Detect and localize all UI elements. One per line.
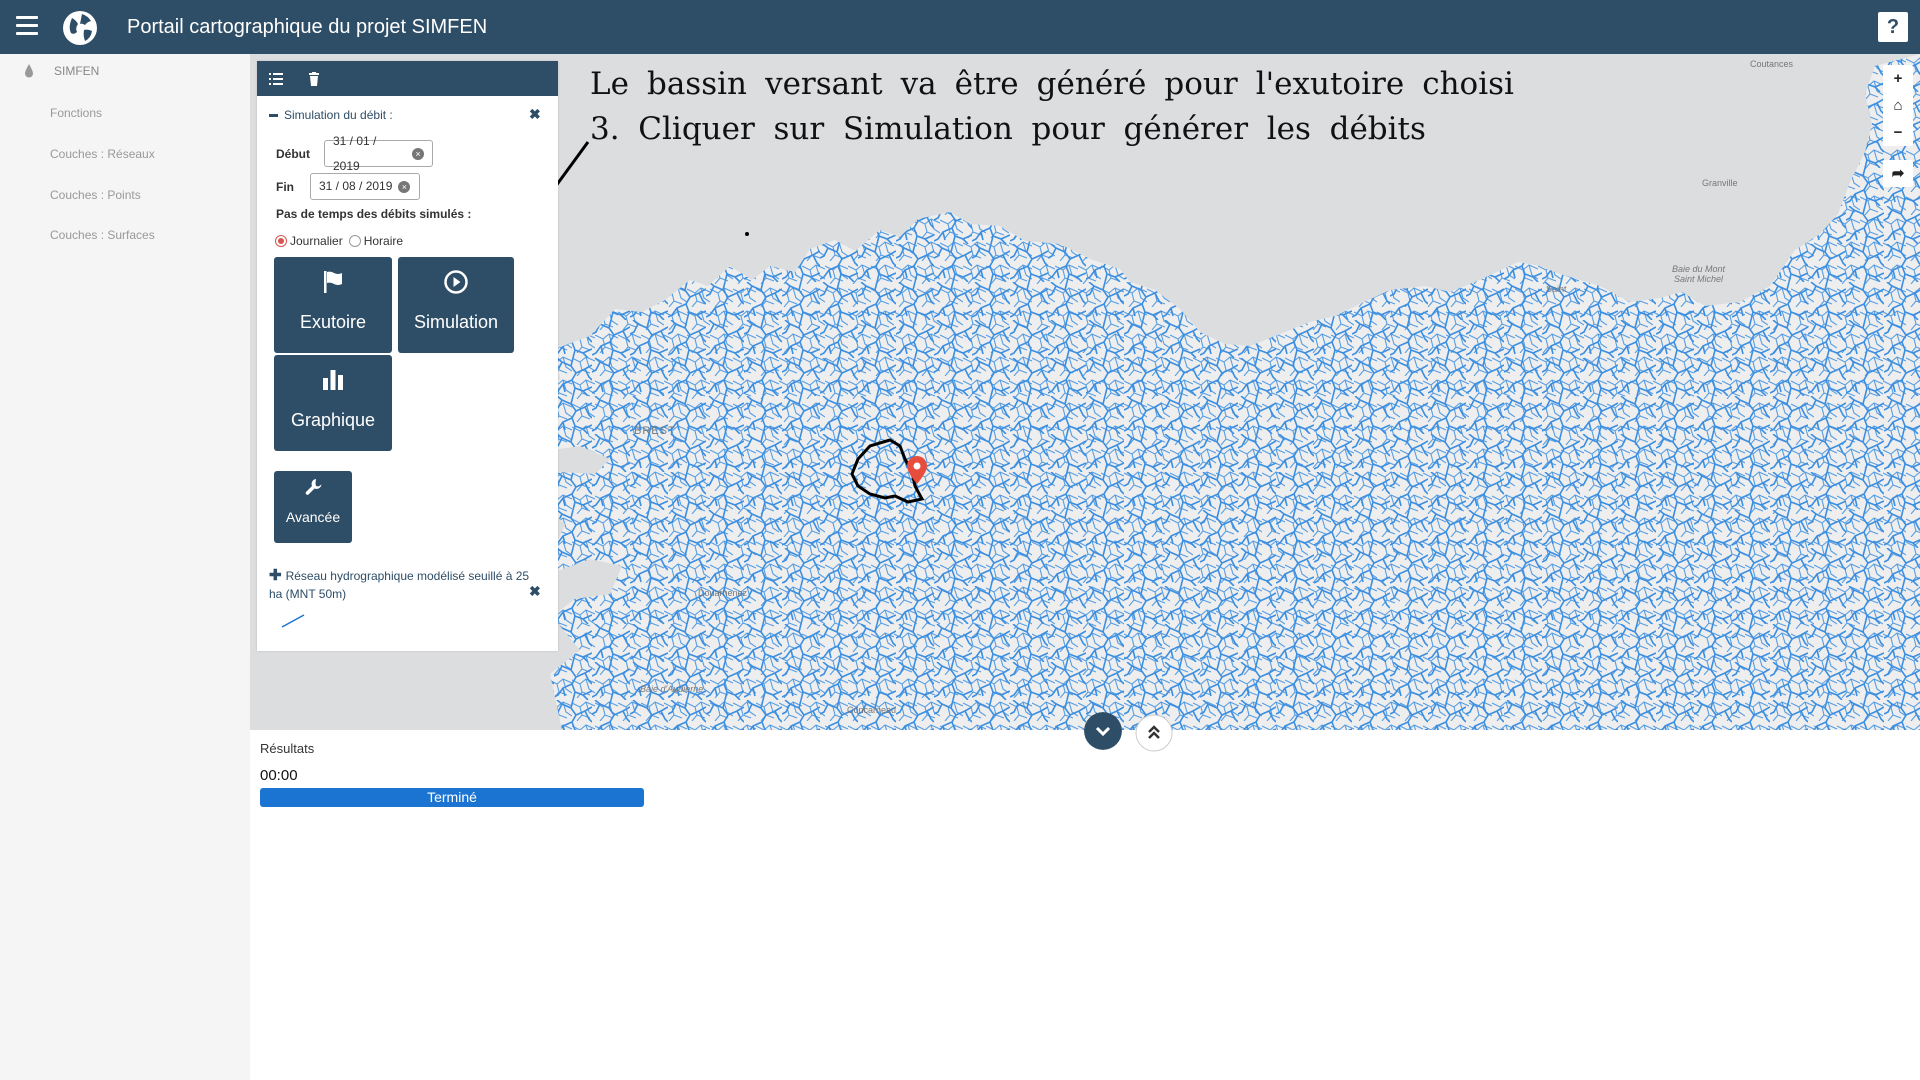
map-label-baie-du-mont: Baie du Mont [1672,264,1726,274]
map-label-douarnenez: Douarnenez [698,588,748,598]
annotation-word: être [954,66,1019,102]
layer-entry-label: Réseau hydrographique modélisé seuillé à… [269,569,530,601]
annotation-word: versant [765,66,883,102]
radio-hourly[interactable] [348,235,361,247]
map-share-control: ➦ [1883,160,1913,187]
sidebar-item-couches-reseaux[interactable]: Couches : Réseaux [50,147,155,161]
annotation-word: Le [590,66,629,102]
annotation-word: Simulation [842,111,1013,147]
sidebar-brand[interactable]: SIMFEN [24,64,99,78]
simulation-section-label: Simulation du débit : [284,108,393,122]
play-circle-icon [444,270,468,294]
end-date-field[interactable]: 31 / 08 / 2019 × [310,173,420,200]
annotation-word: l'exutoire [1255,66,1405,102]
annotation-word: Cliquer [638,111,755,147]
outlet-button-label: Exutoire [299,312,367,332]
layer-panel: Simulation du débit : ✖ Début 31 / 01 / … [257,61,558,651]
annotation-word: généré [1036,66,1147,102]
radio-daily-label: Journalier [290,234,343,248]
app-title: Portail cartographique du projet SIMFEN [127,16,488,38]
start-date-value: 31 / 01 / 2019 [333,133,377,173]
annotation-line-2: 3. Cliquer sur Simulation pour générer les débi… [590,107,1426,152]
map-label-brest: BREST [634,425,676,437]
map-zoom-controls: + ⌂ − [1883,65,1913,146]
map-label-granville: Granville [1702,178,1738,188]
list-icon[interactable] [269,72,283,86]
sidebar-item-fonctions[interactable]: Fonctions [50,106,102,120]
sidebar-brand-label: SIMFEN [54,64,100,78]
annotation-word: sur [773,111,825,147]
remove-layer-icon[interactable]: ✖ [529,583,541,600]
map-label-coutances: Coutances [1750,59,1794,69]
annotation-word: pour [1031,111,1105,147]
progress-status: Terminé [427,789,477,805]
start-date-field[interactable]: 31 / 01 / 2019 × [324,134,433,173]
share-button[interactable]: ➦ [1883,160,1913,187]
timestep-label: Pas de temps des débits simulés : [276,207,472,221]
advanced-button-label: Avancée [285,509,341,525]
tutorial-annotation: Le bassin versant va être généré pour l'exutoir… [590,62,1514,152]
zoom-out-button[interactable]: − [1883,119,1913,146]
radio-daily[interactable] [275,235,287,247]
close-section-icon[interactable]: ✖ [529,106,541,123]
clear-end-date-icon[interactable]: × [398,180,411,193]
trash-icon[interactable] [307,71,321,86]
drop-icon [25,64,33,78]
advanced-button[interactable]: Avancée [274,471,352,543]
chart-button[interactable]: Graphique [274,355,392,451]
annotation-word: va [900,66,937,102]
annotation-line-1: Le bassin versant va être généré pour l'exutoir… [590,62,1514,107]
sidebar: SIMFEN Fonctions Couches : Réseaux Couch… [0,54,250,1080]
annotation-word: pour [1164,66,1238,102]
annotation-word: générer [1123,111,1249,147]
collapse-icon [269,113,278,117]
map-label-baie-audierne: Baie d'Audierne [640,684,703,694]
river-network-detail [525,54,1920,730]
annotation-word: choisi [1422,66,1514,102]
collapse-panel-button[interactable] [1084,712,1122,750]
annotation-dot [745,232,749,236]
map-label-saint: Saint [1546,284,1567,294]
menu-icon[interactable] [16,16,38,36]
map-label-concarneau: Concarneau [847,705,896,715]
results-time: 00:00 [260,767,298,784]
help-button[interactable]: ? [1878,12,1908,42]
layer-entry[interactable]: ✚ Réseau hydrographique modélisé seuillé … [269,567,544,603]
sidebar-item-couches-surfaces[interactable]: Couches : Surfaces [50,228,155,242]
outlet-button[interactable]: Exutoire [274,257,392,353]
expand-icon[interactable]: ✚ [269,567,282,584]
layer-legend-line-icon [281,614,305,628]
clear-start-date-icon[interactable]: × [412,147,424,160]
sidebar-item-couches-points[interactable]: Couches : Points [50,188,141,202]
simulation-button[interactable]: Simulation [398,257,514,353]
zoom-in-button[interactable]: + [1883,65,1913,92]
radio-hourly-label: Horaire [363,234,404,248]
globe-icon [63,11,97,45]
results-label: Résultats [260,741,315,756]
bar-chart-icon [323,370,343,390]
flag-icon [324,271,342,293]
progress-bar: Terminé [260,788,644,807]
expand-panel-button[interactable] [1135,714,1173,752]
top-bar: Portail cartographique du projet SIMFEN … [0,0,1920,54]
chart-button-label: Graphique [290,410,376,430]
panel-header [257,61,558,96]
home-button[interactable]: ⌂ [1883,92,1913,119]
map-label-saint-michel: Saint Michel [1674,274,1724,284]
simulation-section-title[interactable]: Simulation du débit : [269,108,393,122]
end-date-value: 31 / 08 / 2019 [319,179,393,193]
timestep-radio-group: Journalier Horaire [275,234,403,248]
annotation-word: débits [1329,111,1426,147]
end-date-label: Fin [276,180,294,194]
annotation-word: bassin [646,66,748,102]
start-date-label: Début [276,147,310,161]
simulation-button-label: Simulation [413,312,499,332]
annotation-word: les [1266,111,1311,147]
wrench-icon [305,479,322,495]
annotation-word: 3. [590,111,620,147]
